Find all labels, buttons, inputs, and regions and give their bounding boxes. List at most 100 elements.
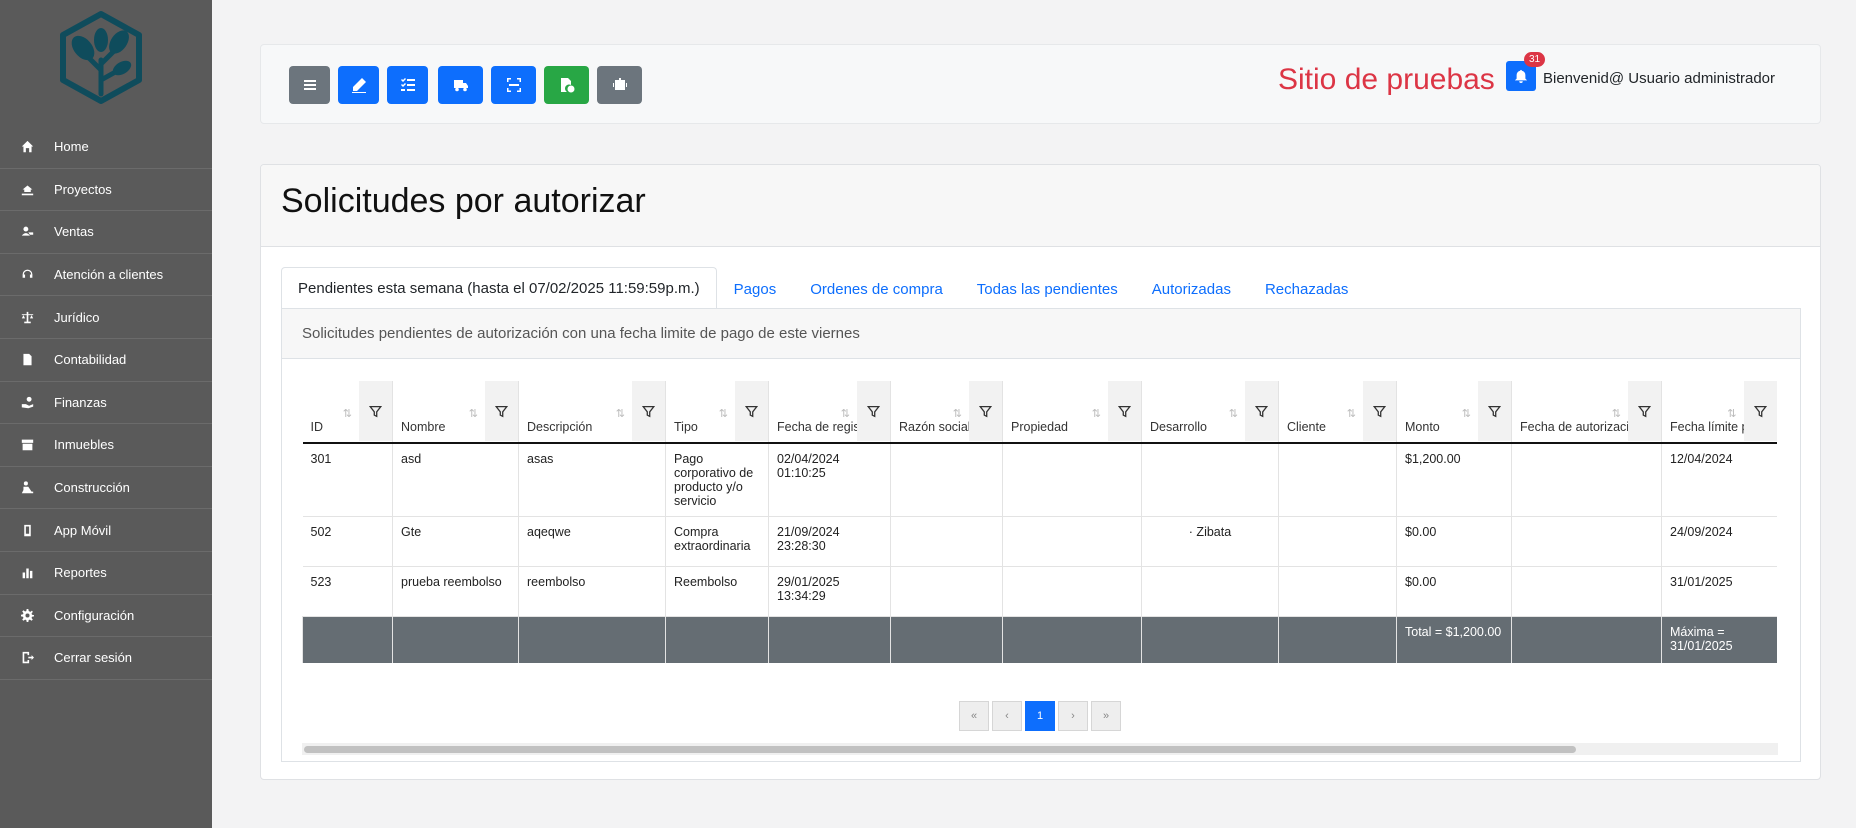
sidebar-item-construccion[interactable]: Construcción [0,467,212,510]
column-header-label: Razón social [899,420,971,434]
sort-icon[interactable]: ⇅ [1727,407,1736,420]
horizontal-scrollbar[interactable] [302,743,1778,755]
table-row[interactable]: 523 prueba reembolso reembolso Reembolso 29/… [302,566,1777,617]
filter-icon[interactable] [1628,381,1661,441]
menu-button[interactable] [289,66,330,104]
scan-icon [506,78,521,92]
filter-icon[interactable] [735,381,768,441]
sort-icon[interactable]: ⇅ [953,407,962,420]
sort-icon[interactable]: ⇅ [1092,407,1101,420]
table-cell: $0.00 [1396,566,1512,617]
filter-icon[interactable] [1108,381,1141,441]
sidebar-item-finanzas[interactable]: Finanzas [0,382,212,425]
sidebar-item-home[interactable]: Home [0,126,212,169]
column-header[interactable]: Razón social ⇅ [890,381,1003,444]
first-page-button[interactable]: « [959,701,989,731]
sort-icon[interactable]: ⇅ [343,407,352,420]
edit-button[interactable] [338,66,379,104]
column-header[interactable]: Tipo ⇅ [665,381,769,444]
sidebar-item-app-movil[interactable]: App Móvil [0,509,212,552]
sort-icon[interactable]: ⇅ [1462,407,1471,420]
filter-icon[interactable] [1743,381,1777,441]
bell-icon [1514,69,1528,83]
sort-icon[interactable]: ⇅ [841,407,850,420]
sidebar-item-juridico[interactable]: Jurídico [0,296,212,339]
page-title: Solicitudes por autorizar [281,182,646,220]
sidebar-item-cerrar-sesion[interactable]: Cerrar sesión [0,637,212,680]
checklist-button[interactable] [387,66,428,104]
scrollbar-thumb[interactable] [304,746,1576,753]
scan-button[interactable] [491,66,536,104]
filter-icon[interactable] [359,381,392,441]
requests-table: ID ⇅ Nombre ⇅ Descripción ⇅ Tipo ⇅ Fecha de regi… [302,381,1777,663]
table-cell [1002,443,1142,517]
filter-icon[interactable] [969,381,1002,441]
truck-button[interactable] [438,66,483,104]
filter-icon[interactable] [1245,381,1278,441]
table-cell: 24/09/2024 [1661,516,1777,567]
sidebar-item-label: Atención a clientes [54,267,164,283]
sidebar-item-contabilidad[interactable]: Contabilidad [0,339,212,382]
sidebar-item-reportes[interactable]: Reportes [0,552,212,595]
sidebar-item-ventas[interactable]: Ventas [0,211,212,254]
table-row[interactable]: 301 asd asas Pago corporativo de producto y… [302,443,1777,517]
sidebar-item-configuracion[interactable]: Configuración [0,595,212,638]
sidebar-item-atencion[interactable]: Atención a clientes [0,254,212,297]
footer-cell [1278,616,1397,663]
filter-icon[interactable] [485,381,518,441]
column-header[interactable]: Cliente ⇅ [1278,381,1397,444]
tab-pagos[interactable]: Pagos [717,269,794,309]
table-cell: asd [392,443,519,517]
column-header[interactable]: Fecha de registro ⇅ [768,381,891,444]
sidebar-item-label: Configuración [54,607,135,623]
column-header[interactable]: Monto ⇅ [1396,381,1512,444]
file-check-button[interactable] [544,66,589,104]
table-cell [1278,566,1397,617]
column-header[interactable]: Fecha de autorización ⇅ [1511,381,1662,444]
worker-icon [20,481,34,495]
prev-page-button[interactable]: ‹ [992,701,1022,731]
tab-pendientes-semana[interactable]: Pendientes esta semana (hasta el 07/02/2… [281,267,717,309]
tab-rechazadas[interactable]: Rechazadas [1248,269,1365,309]
sidebar-item-label: Construcción [54,480,130,496]
sidebar-item-inmuebles[interactable]: Inmuebles [0,424,212,467]
table-cell [890,516,1003,567]
logo-icon[interactable] [57,10,145,105]
footer-cell [518,616,666,663]
next-page-button[interactable]: › [1058,701,1088,731]
sort-icon[interactable]: ⇅ [469,407,478,420]
column-header[interactable]: Descripción ⇅ [518,381,666,444]
footer-cell [665,616,769,663]
sort-icon[interactable]: ⇅ [1347,407,1356,420]
sidebar-item-proyectos[interactable]: Proyectos [0,169,212,212]
robot-button[interactable] [597,66,642,104]
column-header[interactable]: Desarrollo ⇅ [1141,381,1279,444]
table-row[interactable]: 502 Gte aqeqwe Compra extraordinaria 21/09/2… [302,516,1777,567]
bar-chart-icon [20,566,34,580]
column-header[interactable]: Fecha límite pago ⇅ [1661,381,1777,444]
filter-icon[interactable] [857,381,890,441]
page-1-button[interactable]: 1 [1025,701,1055,731]
tab-todas-pendientes[interactable]: Todas las pendientes [960,269,1135,309]
filter-icon[interactable] [1363,381,1396,441]
column-header[interactable]: ID ⇅ [302,381,393,444]
filter-icon[interactable] [632,381,665,441]
column-header[interactable]: Nombre ⇅ [392,381,519,444]
last-page-button[interactable]: » [1091,701,1121,731]
column-header[interactable]: Propiedad ⇅ [1002,381,1142,444]
sort-icon[interactable]: ⇅ [1229,407,1238,420]
footer-cell [392,616,519,663]
table-cell: 02/04/2024 01:10:25 [768,443,891,517]
sort-icon[interactable]: ⇅ [1612,407,1621,420]
column-header-label: Descripción [527,420,593,434]
sort-icon[interactable]: ⇅ [719,407,728,420]
footer-cell: Total = $1,200.00 [1396,616,1512,663]
sort-icon[interactable]: ⇅ [616,407,625,420]
sidebar-item-label: Cerrar sesión [54,650,133,666]
tab-ordenes-compra[interactable]: Ordenes de compra [793,269,960,309]
tab-autorizadas[interactable]: Autorizadas [1135,269,1248,309]
handshake-icon [20,225,34,239]
filter-icon[interactable] [1478,381,1511,441]
table-container: ID ⇅ Nombre ⇅ Descripción ⇅ Tipo ⇅ Fecha de regi… [302,381,1778,663]
table-cell: 523 [302,566,393,617]
